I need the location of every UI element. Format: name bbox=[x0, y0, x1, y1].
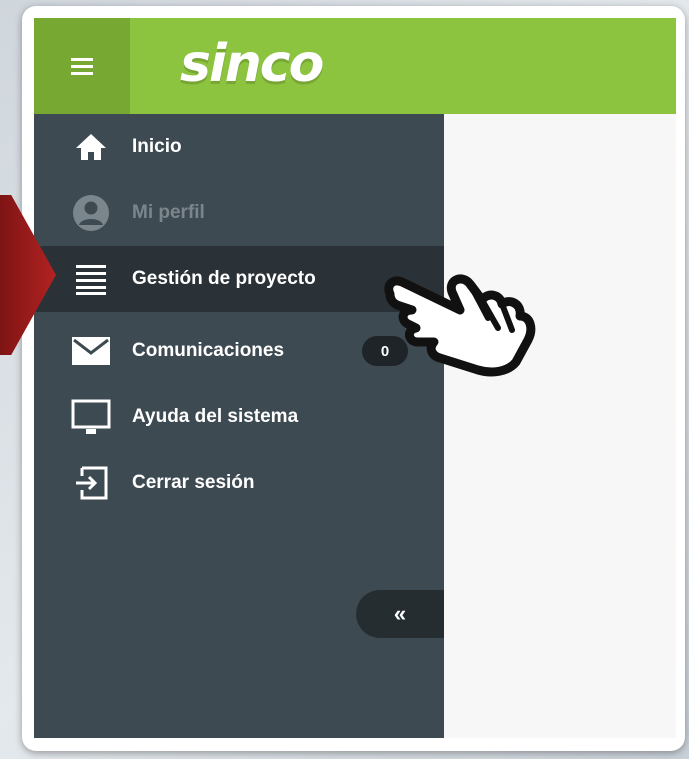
sidebar: Inicio Mi perfil Gestión de proyecto Com… bbox=[34, 114, 444, 738]
sidebar-item-label: Cerrar sesión bbox=[132, 472, 255, 493]
monitor-icon bbox=[68, 394, 114, 440]
sidebar-item-label: Gestión de proyecto bbox=[132, 268, 316, 289]
mail-icon bbox=[68, 328, 114, 374]
sidebar-item-label: Mi perfil bbox=[132, 202, 205, 223]
sidebar-item-label: Comunicaciones bbox=[132, 340, 285, 361]
sidebar-item-ayuda-del-sistema[interactable]: Ayuda del sistema bbox=[34, 384, 444, 450]
collapse-sidebar-button[interactable]: « bbox=[356, 590, 444, 638]
sidebar-item-label: Inicio bbox=[132, 136, 182, 157]
sidebar-item-mi-perfil[interactable]: Mi perfil bbox=[34, 180, 444, 246]
logout-icon bbox=[68, 460, 114, 506]
home-icon bbox=[68, 124, 114, 170]
hamburger-icon bbox=[71, 54, 93, 79]
top-bar: sinco bbox=[34, 18, 676, 114]
pointing-hand-icon bbox=[384, 274, 536, 377]
main-content-area bbox=[444, 114, 676, 738]
sidebar-item-inicio[interactable]: Inicio bbox=[34, 114, 444, 180]
menu-toggle-button[interactable] bbox=[34, 18, 130, 114]
sidebar-item-label: Ayuda del sistema bbox=[132, 406, 299, 427]
user-icon bbox=[68, 190, 114, 236]
sidebar-item-cerrar-sesion[interactable]: Cerrar sesión bbox=[34, 450, 444, 516]
list-icon bbox=[68, 256, 114, 302]
app-logo: sinco bbox=[180, 34, 324, 94]
